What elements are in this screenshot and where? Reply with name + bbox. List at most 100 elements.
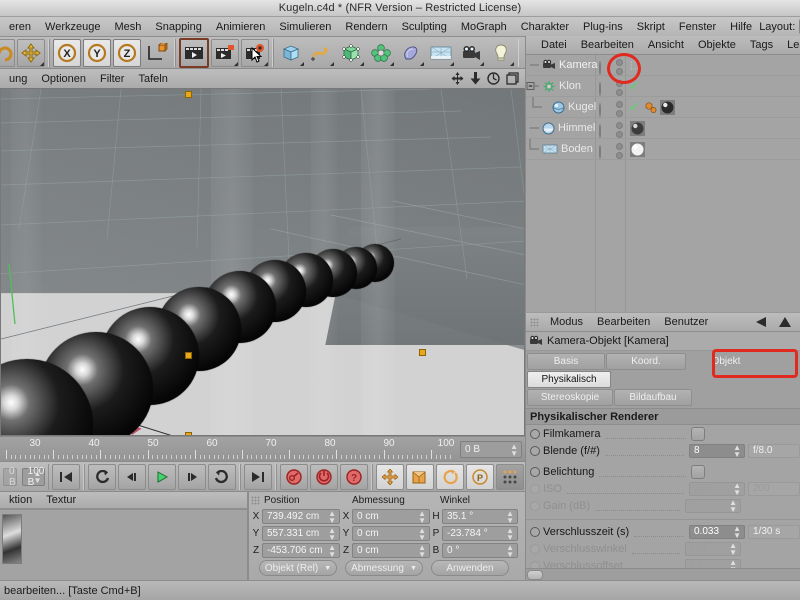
material-swatch[interactable]: [2, 514, 22, 564]
menu-item-skript[interactable]: Skript: [630, 20, 672, 34]
keyframe-selection-button[interactable]: ?: [340, 464, 368, 490]
spinner-icon[interactable]: ▲▼: [328, 527, 336, 541]
record-rotation-button[interactable]: [436, 464, 464, 490]
selection-handle[interactable]: [185, 91, 192, 98]
viewport-menu-tafeln[interactable]: Tafeln: [131, 72, 174, 86]
menu-item-sculpting[interactable]: Sculpting: [395, 20, 454, 34]
go-to-start-button[interactable]: [52, 464, 80, 490]
object-row-klon[interactable]: Klon ✓: [526, 76, 800, 97]
menu-item-hilfe[interactable]: Hilfe: [723, 20, 759, 34]
animation-radio-icon[interactable]: [530, 484, 540, 494]
axis-x-button[interactable]: X: [53, 39, 81, 67]
frame-spinner-icon[interactable]: ▲▼: [510, 443, 518, 457]
viewport-menu-ung[interactable]: ung: [2, 72, 34, 86]
object-visibility-dots[interactable]: [614, 122, 624, 138]
object-menu-lesezeichen[interactable]: Lese: [780, 38, 800, 52]
size-x-field[interactable]: 0 cm▲▼: [352, 509, 430, 524]
record-position-button[interactable]: [376, 464, 404, 490]
rotation-b-field[interactable]: 0 °▲▼: [442, 543, 518, 558]
rotate-icon[interactable]: [487, 72, 500, 85]
menu-item-werkzeuge[interactable]: Werkzeuge: [38, 20, 107, 34]
object-menu-objekte[interactable]: Objekte: [691, 38, 743, 52]
position-z-field[interactable]: -453.706 cm▲▼: [262, 543, 340, 558]
attr-menu-benutzer[interactable]: Benutzer: [657, 315, 715, 329]
animation-radio-icon[interactable]: [530, 467, 540, 477]
spinner-icon[interactable]: ▲▼: [418, 510, 426, 524]
menu-item-simulieren[interactable]: Simulieren: [272, 20, 338, 34]
material-menu-funktion[interactable]: ktion: [2, 493, 39, 507]
object-enable-dot[interactable]: [599, 62, 601, 74]
animation-radio-icon[interactable]: [530, 544, 540, 554]
spinner-icon[interactable]: ▲▼: [506, 510, 514, 524]
spinner-icon[interactable]: ▲▼: [418, 544, 426, 558]
object-row-boden[interactable]: Boden: [526, 139, 800, 160]
mograph-check-icon[interactable]: ✓: [629, 79, 639, 93]
record-keyframe-button[interactable]: [280, 464, 308, 490]
back-arrow-icon[interactable]: [754, 316, 768, 328]
animation-radio-icon[interactable]: [530, 446, 540, 456]
material-tag-icon[interactable]: [660, 100, 675, 115]
menu-item-mesh[interactable]: Mesh: [107, 20, 148, 34]
go-to-end-button[interactable]: [244, 464, 272, 490]
tab-objekt[interactable]: Objekt: [687, 353, 765, 370]
attribute-horizontal-scrollbar[interactable]: [526, 568, 800, 580]
object-menu-ansicht[interactable]: Ansicht: [641, 38, 691, 52]
attr-menu-modus[interactable]: Modus: [543, 315, 590, 329]
step-forward-button[interactable]: [178, 464, 206, 490]
panel-grip-icon[interactable]: [251, 496, 260, 505]
next-key-button[interactable]: [208, 464, 236, 490]
tab-physikalisch[interactable]: Physikalisch: [527, 371, 611, 388]
size-z-field[interactable]: 0 cm▲▼: [352, 543, 430, 558]
floor-environment-button[interactable]: [427, 39, 455, 67]
menu-item-plugins[interactable]: Plug-ins: [576, 20, 630, 34]
spinner-icon[interactable]: ▲▼: [506, 544, 514, 558]
position-x-field[interactable]: 739.492 cm▲▼: [262, 509, 340, 524]
parametric-record-button[interactable]: P: [466, 464, 494, 490]
rotation-h-field[interactable]: 35.1 °▲▼: [442, 509, 518, 524]
menu-item-snapping[interactable]: Snapping: [148, 20, 209, 34]
axis-y-button[interactable]: Y: [83, 39, 111, 67]
object-row-himmel[interactable]: Himmel: [526, 118, 800, 139]
render-region-button[interactable]: [211, 39, 239, 67]
render-view-button[interactable]: [179, 38, 209, 68]
timeline-ticks[interactable]: 30 40 50 60 70 80 90 100: [0, 437, 455, 463]
object-row-kugel[interactable]: Kugel ✓: [526, 97, 800, 118]
cube-primitive-button[interactable]: [277, 39, 305, 67]
object-mode-dropdown[interactable]: Objekt (Rel) ▼: [259, 560, 337, 576]
material-list[interactable]: [0, 509, 247, 582]
record-scale-button[interactable]: [406, 464, 434, 490]
move-tool-button[interactable]: [17, 39, 45, 67]
menu-item-rendern[interactable]: Rendern: [338, 20, 394, 34]
spinner-icon[interactable]: ▲▼: [733, 525, 741, 539]
material-tag-icon[interactable]: [630, 142, 645, 157]
tab-basis[interactable]: Basis: [527, 353, 605, 370]
menu-item-animieren[interactable]: Animieren: [209, 20, 273, 34]
checkbox-filmkamera[interactable]: [691, 427, 705, 441]
spinner-icon[interactable]: ▲▼: [328, 544, 336, 558]
object-visibility-dots[interactable]: [614, 143, 624, 159]
array-modeling-button[interactable]: [367, 39, 395, 67]
current-frame-field[interactable]: 0 B▲▼: [460, 441, 522, 458]
camera-tag-icon[interactable]: ⬚: [630, 60, 639, 71]
axis-z-button[interactable]: Z: [113, 39, 141, 67]
spinner-icon[interactable]: ▲▼: [328, 510, 336, 524]
menu-item-eren[interactable]: eren: [2, 20, 38, 34]
previous-key-button[interactable]: [88, 464, 116, 490]
apply-button[interactable]: Anwenden: [431, 560, 509, 576]
animation-radio-icon[interactable]: [530, 429, 540, 439]
object-enable-dot[interactable]: [599, 146, 601, 158]
material-tag-icon[interactable]: [630, 121, 645, 136]
spinner-icon[interactable]: ▲▼: [733, 444, 741, 458]
spinner-icon[interactable]: ▲▼: [506, 527, 514, 541]
material-menu-textur[interactable]: Textur: [39, 493, 83, 507]
input-blende[interactable]: 8▲▼: [689, 444, 745, 458]
tab-stereoskopie[interactable]: Stereoskopie: [527, 389, 613, 406]
menu-item-charakter[interactable]: Charakter: [514, 20, 576, 34]
deformer-button[interactable]: [397, 39, 425, 67]
menu-item-mograph[interactable]: MoGraph: [454, 20, 514, 34]
tab-bildaufbau[interactable]: Bildaufbau: [614, 389, 692, 406]
pan-icon[interactable]: [451, 72, 464, 85]
object-enable-dot[interactable]: [599, 104, 601, 116]
object-enable-dot[interactable]: [599, 83, 601, 95]
tab-koord[interactable]: Koord.: [606, 353, 686, 370]
